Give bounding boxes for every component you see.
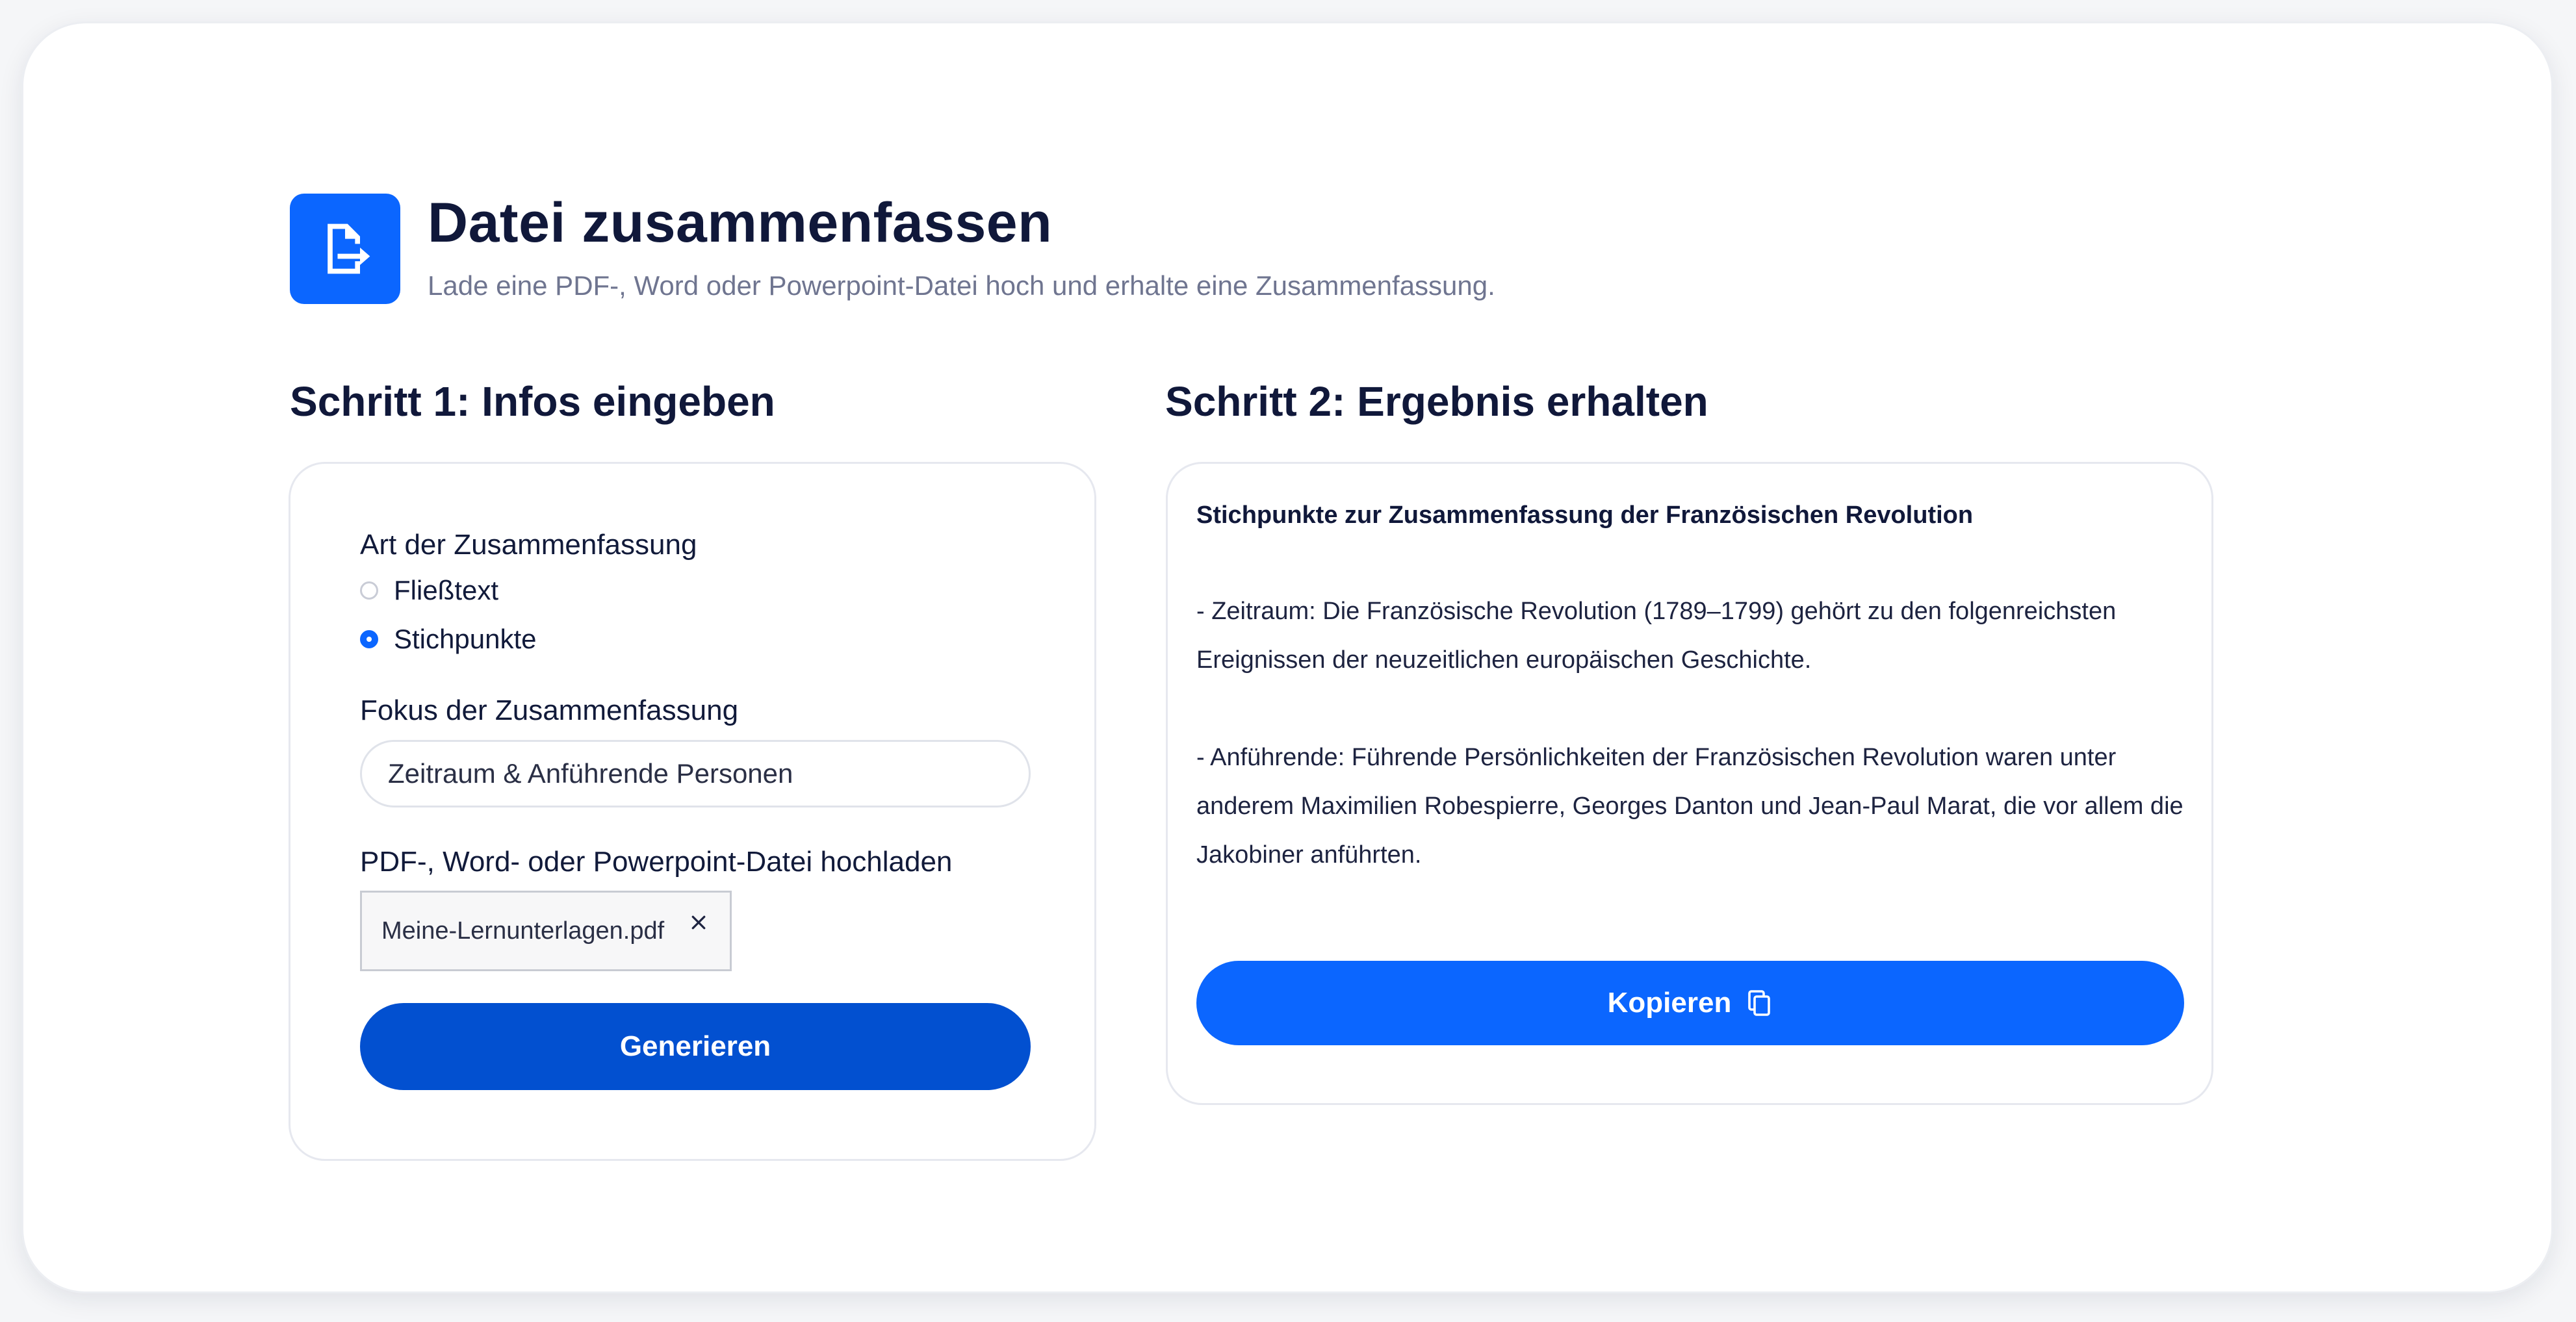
radio-button-unchecked[interactable] xyxy=(360,581,378,600)
radio-label: Stichpunkte xyxy=(394,624,537,654)
focus-input[interactable] xyxy=(360,740,1031,807)
radio-option-fliesstext[interactable]: Fließtext xyxy=(360,571,498,610)
generate-button[interactable]: Generieren xyxy=(360,1003,1031,1090)
focus-label: Fokus der Zusammenfassung xyxy=(360,694,739,726)
uploaded-file-chip: Meine-Lernunterlagen.pdf xyxy=(360,891,732,971)
page-title: Datei zusammenfassen xyxy=(428,192,1053,254)
page-subtitle: Lade eine PDF-, Word oder Powerpoint-Dat… xyxy=(428,270,1495,301)
step2-heading: Schritt 2: Ergebnis erhalten xyxy=(1165,378,1708,425)
copy-button[interactable]: Kopieren xyxy=(1196,961,2184,1045)
radio-button-checked[interactable] xyxy=(360,630,378,648)
result-title: Stichpunkte zur Zusammenfassung der Fran… xyxy=(1196,502,1974,529)
step1-heading: Schritt 1: Infos eingeben xyxy=(290,378,775,425)
result-paragraph-leaders: - Anführende: Führende Persönlichkeiten … xyxy=(1196,744,2183,869)
close-icon[interactable] xyxy=(686,909,712,935)
page-card: Datei zusammenfassen Lade eine PDF-, Wor… xyxy=(23,23,2551,1291)
page-header: Datei zusammenfassen Lade eine PDF-, Wor… xyxy=(290,192,1849,304)
file-export-icon xyxy=(290,194,400,304)
copy-button-label: Kopieren xyxy=(1607,987,1732,1019)
output-panel: Stichpunkte zur Zusammenfassung der Fran… xyxy=(1166,462,2213,1105)
result-paragraph-timeframe: - Zeitraum: Die Französische Revolution … xyxy=(1196,598,2117,674)
radio-label: Fließtext xyxy=(394,575,499,605)
file-name: Meine-Lernunterlagen.pdf xyxy=(381,917,665,945)
input-panel: Art der Zusammenfassung Fließtext Stichp… xyxy=(289,462,1096,1161)
radio-option-stichpunkte[interactable]: Stichpunkte xyxy=(360,620,536,659)
copy-icon xyxy=(1747,989,1773,1017)
summary-type-label: Art der Zusammenfassung xyxy=(360,529,697,561)
upload-label: PDF-, Word- oder Powerpoint-Datei hochla… xyxy=(360,846,953,878)
